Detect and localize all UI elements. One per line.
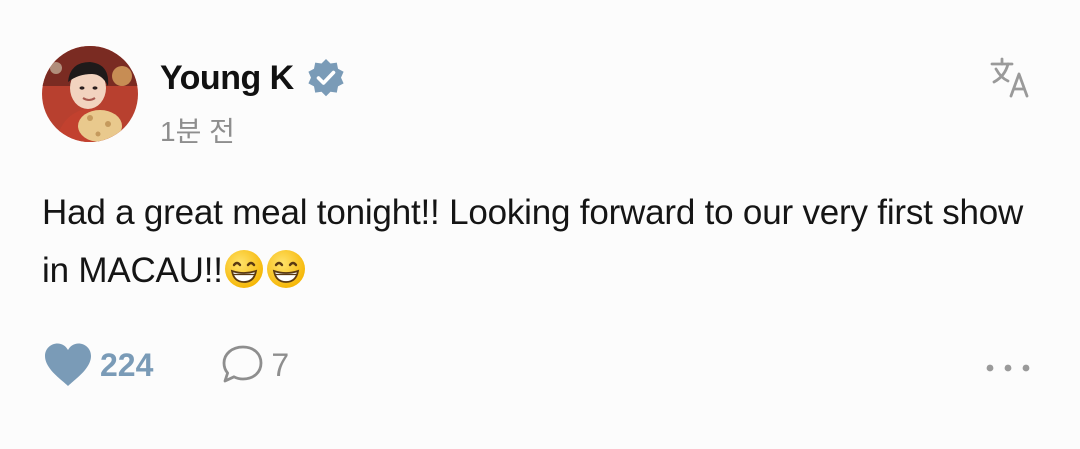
like-button[interactable]: 224 <box>42 342 153 388</box>
avatar[interactable] <box>42 46 138 142</box>
avatar-image <box>42 46 138 142</box>
post-time: 1분 전 <box>160 116 235 147</box>
comment-button[interactable]: 7 <box>219 343 289 387</box>
comment-bubble-icon <box>222 345 263 383</box>
comment-count: 7 <box>271 346 290 383</box>
post-card: Young K 1분 전 Had a great meal tonight!! … <box>0 0 1080 449</box>
translate-icon <box>990 57 1029 98</box>
translate-button[interactable] <box>986 52 1036 102</box>
post-text: Had a great meal tonight!! Looking forwa… <box>42 193 1024 290</box>
post-body: Had a great meal tonight!! Looking forwa… <box>42 184 1042 308</box>
more-dots-icon <box>986 364 1030 372</box>
verified-badge-icon <box>304 56 348 100</box>
grinning-face-emoji <box>265 248 307 308</box>
author-name[interactable]: Young K <box>160 59 294 98</box>
action-bar: 224 7 <box>42 342 289 388</box>
like-count: 224 <box>100 346 154 383</box>
author-header: Young K <box>160 56 348 100</box>
grinning-face-emoji <box>223 248 265 308</box>
more-options-button[interactable] <box>980 350 1036 386</box>
heart-icon <box>45 343 91 386</box>
